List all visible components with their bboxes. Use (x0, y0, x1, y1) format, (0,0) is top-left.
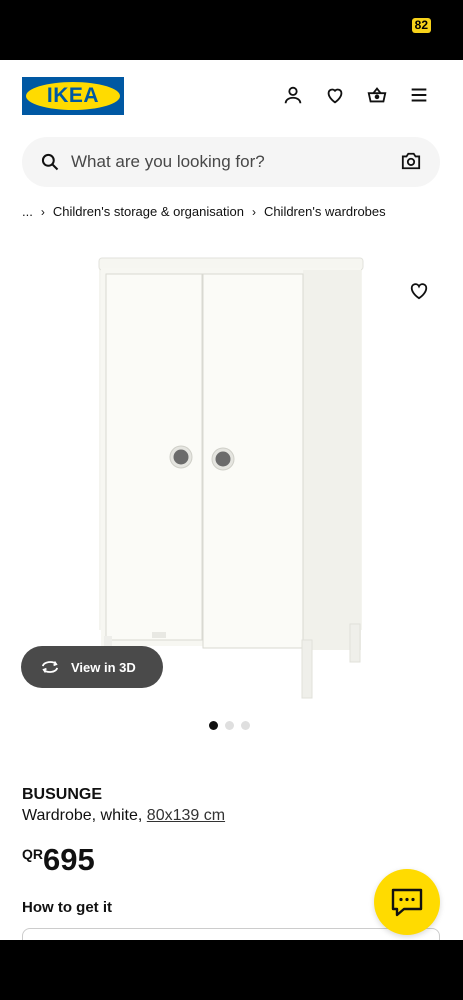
battery-indicator: 82 (411, 18, 431, 33)
gallery-dot-3[interactable] (241, 721, 250, 730)
product-description: Wardrobe, white, 80x139 cm (22, 807, 225, 825)
product-type: Wardrobe, white, (22, 807, 147, 824)
menu-icon[interactable] (406, 82, 432, 108)
chat-button[interactable] (374, 869, 440, 935)
status-bar: 82 (0, 0, 463, 60)
favourites-icon[interactable] (322, 82, 348, 108)
search-input[interactable] (71, 137, 391, 187)
header: IKEA (0, 60, 463, 132)
gallery-dot-1[interactable] (209, 721, 218, 730)
gallery-pagination (209, 721, 250, 730)
breadcrumb: ... › Children's storage & organisation … (22, 204, 386, 219)
logo-text: IKEA (26, 82, 120, 110)
product-name: BUSUNGE (22, 786, 103, 803)
add-to-favourites-icon[interactable] (408, 280, 430, 305)
product-image-gallery[interactable] (0, 240, 463, 710)
product-size-link[interactable]: 80x139 cm (147, 807, 225, 824)
breadcrumb-item-storage[interactable]: Children's storage & organisation (53, 204, 244, 219)
view-in-3d-label: View in 3D (71, 659, 136, 675)
search-bar[interactable] (22, 137, 440, 187)
breadcrumb-ellipsis[interactable]: ... (22, 204, 33, 219)
product-price: QR 695 (22, 842, 95, 878)
wardrobe-image (98, 257, 364, 699)
basket-icon[interactable] (364, 82, 390, 108)
search-icon (40, 152, 60, 177)
chevron-right-icon: › (251, 204, 256, 219)
view-in-3d-button[interactable]: View in 3D (21, 646, 163, 688)
ikea-logo[interactable]: IKEA (22, 77, 124, 115)
how-to-get-it-heading: How to get it (22, 899, 112, 916)
rotate-3d-icon (42, 661, 58, 673)
price-amount: 695 (43, 842, 95, 877)
gallery-dot-2[interactable] (225, 721, 234, 730)
price-currency: QR (22, 846, 43, 862)
chat-icon (391, 888, 423, 917)
account-icon[interactable] (280, 82, 306, 108)
system-nav-bar (0, 940, 463, 1000)
camera-search-icon[interactable] (400, 151, 422, 176)
chevron-right-icon: › (40, 204, 45, 219)
breadcrumb-item-wardrobes[interactable]: Children's wardrobes (264, 204, 386, 219)
